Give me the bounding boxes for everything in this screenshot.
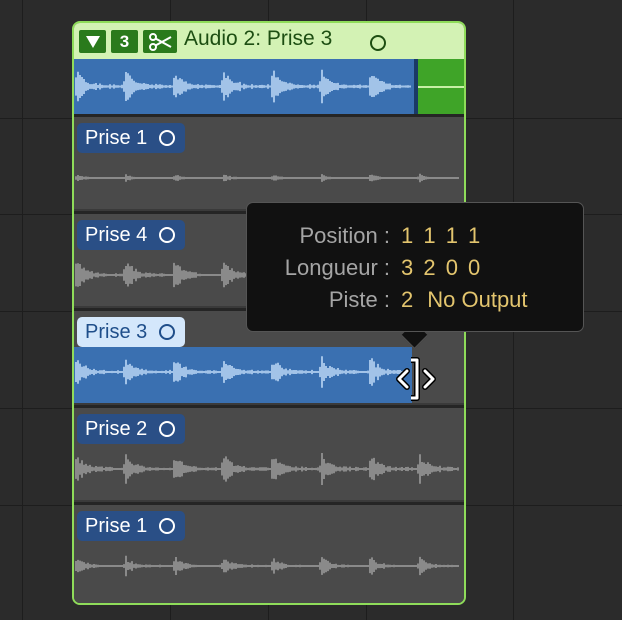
quick-swipe-button[interactable] xyxy=(143,30,177,53)
take-label[interactable]: Prise 1 xyxy=(77,511,186,541)
disclosure-button[interactable] xyxy=(79,30,106,53)
grid-line xyxy=(22,0,23,620)
resize-trim-cursor-icon xyxy=(396,357,436,401)
tooltip-key: Longueur : xyxy=(284,255,390,280)
comp-waveform xyxy=(75,69,411,104)
take-waveform xyxy=(75,173,459,183)
take-name: Prise 4 xyxy=(85,223,148,246)
take-count-badge[interactable]: 3 xyxy=(111,30,138,53)
waveform-path xyxy=(75,356,409,388)
take-label[interactable]: Prise 3 xyxy=(77,317,186,347)
qc-ring-icon[interactable] xyxy=(159,518,176,534)
take-label[interactable]: Prise 2 xyxy=(77,414,186,444)
take-name: Prise 2 xyxy=(85,417,148,440)
comp-empty-region xyxy=(418,59,464,114)
qc-ring-icon[interactable] xyxy=(370,35,386,51)
tooltip-value: 2 xyxy=(401,287,414,312)
tooltip-row-track: Piste : 2 No Output xyxy=(247,287,583,317)
waveform-path xyxy=(75,69,411,104)
disclosure-triangle-icon xyxy=(85,35,100,48)
take-folder-title: Audio 2: Prise 3 xyxy=(184,27,333,50)
tooltip-row-length: Longueur : 3 2 0 0 xyxy=(247,255,583,285)
qc-ring-icon[interactable] xyxy=(159,421,176,437)
qc-ring-icon[interactable] xyxy=(159,130,176,146)
tooltip-row-position: Position : 1 1 1 1 xyxy=(247,223,583,253)
waveform-path xyxy=(75,173,459,183)
tooltip-value: 3 2 0 0 xyxy=(401,255,483,280)
comp-region[interactable] xyxy=(74,59,414,114)
scissors-icon xyxy=(149,32,172,51)
take-folder-header[interactable]: 3 Audio 2: Prise 3 xyxy=(74,23,464,59)
help-tag-tooltip: Position : 1 1 1 1 Longueur : 3 2 0 0 Pi… xyxy=(246,202,584,332)
take-lane[interactable]: Prise 1 xyxy=(74,502,464,603)
take-lane[interactable]: Prise 2 xyxy=(74,405,464,500)
take-label[interactable]: Prise 1 xyxy=(77,123,186,153)
take-waveform xyxy=(75,555,459,577)
take-name: Prise 3 xyxy=(85,320,148,343)
take-lane[interactable]: Prise 1 xyxy=(74,114,464,209)
take-name: Prise 1 xyxy=(85,514,148,537)
waveform-path xyxy=(75,555,459,577)
tooltip-key: Piste : xyxy=(328,287,390,312)
waveform-path xyxy=(75,453,459,485)
qc-ring-icon[interactable] xyxy=(159,227,176,243)
tooltip-value: 1 1 1 1 xyxy=(401,223,483,248)
tooltip-key: Position : xyxy=(299,223,391,248)
tooltip-output-value: No Output xyxy=(427,287,528,312)
qc-ring-icon[interactable] xyxy=(159,324,176,340)
take-name: Prise 1 xyxy=(85,126,148,149)
take-waveform xyxy=(75,453,459,485)
take-label[interactable]: Prise 4 xyxy=(77,220,186,250)
